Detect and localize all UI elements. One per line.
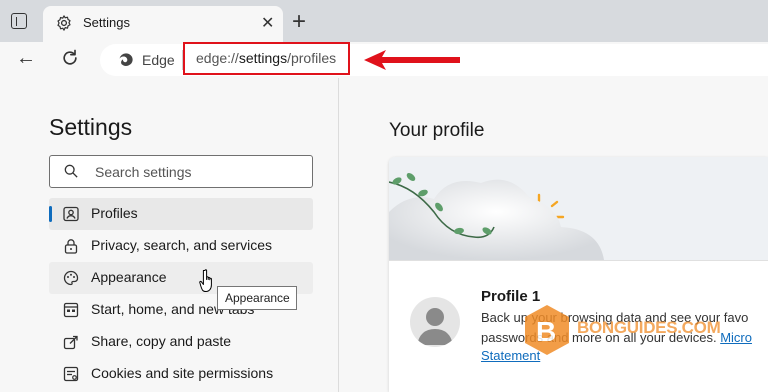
new-tab-button[interactable]: + xyxy=(292,8,306,36)
cloud-sun-illustration xyxy=(389,157,768,260)
profile-name: Profile 1 xyxy=(481,288,541,305)
search-placeholder: Search settings xyxy=(95,164,192,180)
red-arrow-annotation xyxy=(364,50,460,70)
person-icon xyxy=(417,308,453,345)
section-heading: Your profile xyxy=(389,120,485,141)
edge-logo-icon xyxy=(119,53,133,66)
page-title: Settings xyxy=(49,114,133,140)
hand-cursor-icon xyxy=(199,269,212,292)
privacy-link[interactable]: Micro xyxy=(720,330,752,345)
lock-icon xyxy=(64,239,78,254)
url-path: /profiles xyxy=(287,50,337,66)
title-bar: Settings ✕ + xyxy=(0,0,768,42)
sidebar-item-privacy[interactable]: Privacy, search, and services xyxy=(49,230,313,262)
profile-card-icon xyxy=(63,206,79,222)
avatar[interactable] xyxy=(410,297,460,347)
search-input[interactable]: Search settings xyxy=(49,155,313,188)
new-tab-page-icon xyxy=(63,302,79,318)
sidebar-item-profiles[interactable]: Profiles xyxy=(49,198,313,230)
selected-indicator xyxy=(49,206,52,222)
sidebar-item-label: Cookies and site permissions xyxy=(91,365,274,381)
sidebar-item-label: Appearance xyxy=(91,269,167,285)
sidebar-item-share-copy[interactable]: Share, copy and paste xyxy=(49,326,313,358)
sidebar-item-cookies[interactable]: Cookies and site permissions xyxy=(49,358,313,390)
sidebar-item-label: Share, copy and paste xyxy=(91,333,232,349)
search-icon xyxy=(64,164,78,178)
site-permissions-icon xyxy=(63,366,79,382)
palette-icon xyxy=(63,270,79,286)
profile-banner-illustration xyxy=(389,157,768,260)
close-tab-icon[interactable]: ✕ xyxy=(261,13,274,33)
url-host: settings xyxy=(238,50,288,66)
tooltip: Appearance xyxy=(217,286,297,310)
refresh-icon[interactable] xyxy=(60,48,80,68)
card-divider xyxy=(389,260,768,261)
share-icon xyxy=(63,335,78,350)
privacy-statement-link[interactable]: Statement xyxy=(481,348,540,363)
profile-description-text: passwords and more on all your devices. xyxy=(481,330,721,345)
sidebar-item-label: Profiles xyxy=(91,205,138,221)
back-arrow-icon[interactable]: ← xyxy=(16,47,36,70)
url-scheme: edge:// xyxy=(196,50,239,66)
tab-title: Settings xyxy=(83,15,130,30)
sidebar-item-label: Privacy, search, and services xyxy=(91,237,273,253)
gear-icon xyxy=(57,15,71,31)
profile-description-line1: Back up your browsing data and see your … xyxy=(481,310,749,325)
url-text[interactable]: edge://settings/profiles xyxy=(196,50,336,66)
tab-actions-icon[interactable] xyxy=(11,13,27,29)
browser-label: Edge xyxy=(142,52,175,68)
profile-card: Profile 1 Back up your browsing data and… xyxy=(389,157,768,392)
tab-settings[interactable]: Settings ✕ xyxy=(43,6,283,42)
profile-description-line2: passwords and more on all your devices. … xyxy=(481,330,752,345)
